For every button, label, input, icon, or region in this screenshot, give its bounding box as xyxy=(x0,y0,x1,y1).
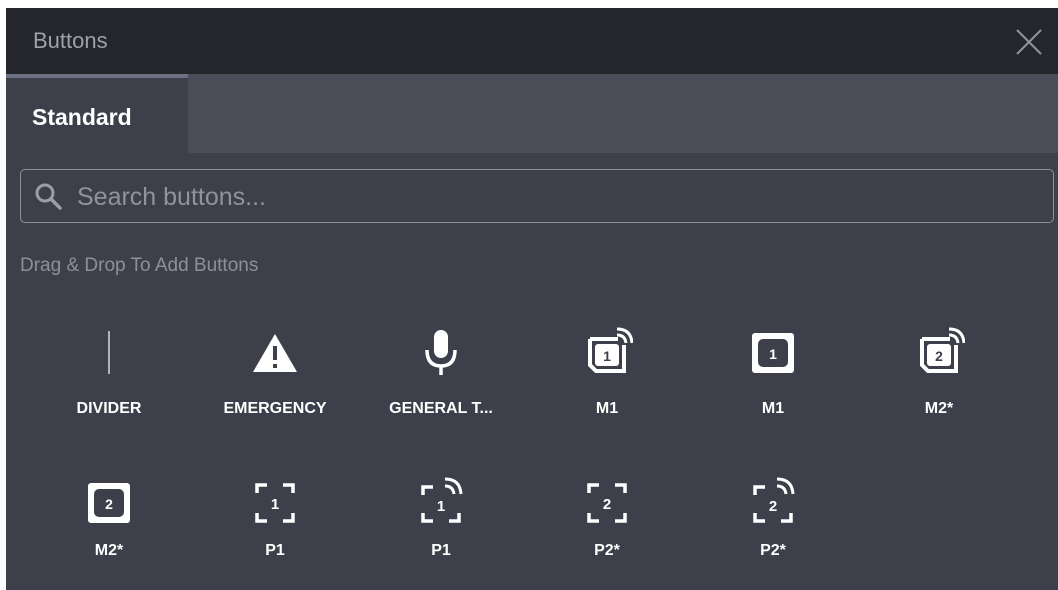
palette-button-m2-signal[interactable]: 2 M2* xyxy=(856,326,1022,426)
button-label: M1 xyxy=(761,400,785,417)
button-label: M1 xyxy=(595,400,619,417)
search-icon xyxy=(35,183,62,210)
digit-text: 1 xyxy=(271,496,279,513)
palette-button-m2[interactable]: 2 M2* xyxy=(26,476,192,576)
button-label: GENERAL T... xyxy=(389,400,493,417)
tab-standard-label: Standard xyxy=(32,104,132,130)
button-palette: DIVIDER EMERGENCY GENERAL T... 1 M1 1 M1… xyxy=(6,326,1058,576)
digit-text: 2 xyxy=(603,496,611,513)
button-label: P2* xyxy=(760,542,786,559)
title-bar: Buttons xyxy=(6,8,1058,74)
digit-text: 1 xyxy=(603,348,611,364)
palette-button-p1-signal[interactable]: 1 P1 xyxy=(358,476,524,576)
drag-drop-hint: Drag & Drop To Add Buttons xyxy=(20,255,259,276)
palette-button-divider[interactable]: DIVIDER xyxy=(26,326,192,426)
palette-button-p2-signal[interactable]: 2 P2* xyxy=(690,476,856,576)
search-box[interactable] xyxy=(20,169,1054,223)
divider-icon xyxy=(108,331,110,374)
palette-button-emergency[interactable]: EMERGENCY xyxy=(192,326,358,426)
button-label: M2* xyxy=(924,400,954,417)
tab-standard[interactable]: Standard xyxy=(6,74,188,153)
memory-2-signal-icon: 2 xyxy=(920,327,965,373)
palette-button-p2[interactable]: 2 P2* xyxy=(524,476,690,576)
digit-text: 1 xyxy=(437,498,445,515)
tab-bar: Standard xyxy=(6,74,1058,153)
preset-2-signal-icon: 2 xyxy=(753,477,795,523)
memory-1-signal-icon: 1 xyxy=(588,327,633,373)
palette-button-general-talk[interactable]: GENERAL T... xyxy=(358,326,524,426)
button-label: P2* xyxy=(594,542,620,559)
digit-text: 1 xyxy=(769,346,777,362)
digit-text: 2 xyxy=(105,496,113,512)
warning-icon xyxy=(253,334,297,372)
button-label: P1 xyxy=(265,542,285,559)
memory-2-icon: 2 xyxy=(88,483,130,523)
palette-button-m1[interactable]: 1 M1 xyxy=(690,326,856,426)
preset-1-signal-icon: 1 xyxy=(421,477,463,523)
preset-1-icon: 1 xyxy=(255,483,295,523)
buttons-panel: Buttons Standard Drag & Drop To Add Butt… xyxy=(6,8,1058,590)
close-icon[interactable] xyxy=(1014,27,1044,57)
digit-text: 2 xyxy=(935,348,943,364)
preset-2-icon: 2 xyxy=(587,483,627,523)
digit-text: 2 xyxy=(769,498,777,515)
palette-button-m1-signal[interactable]: 1 M1 xyxy=(524,326,690,426)
button-label: M2* xyxy=(94,542,124,559)
search-input[interactable] xyxy=(75,178,1039,216)
memory-1-icon: 1 xyxy=(752,333,794,373)
microphone-icon xyxy=(425,330,457,375)
button-label: DIVIDER xyxy=(76,400,142,417)
button-label: P1 xyxy=(431,542,451,559)
window-title: Buttons xyxy=(33,28,108,53)
palette-button-p1[interactable]: 1 P1 xyxy=(192,476,358,576)
button-label: EMERGENCY xyxy=(223,400,327,417)
